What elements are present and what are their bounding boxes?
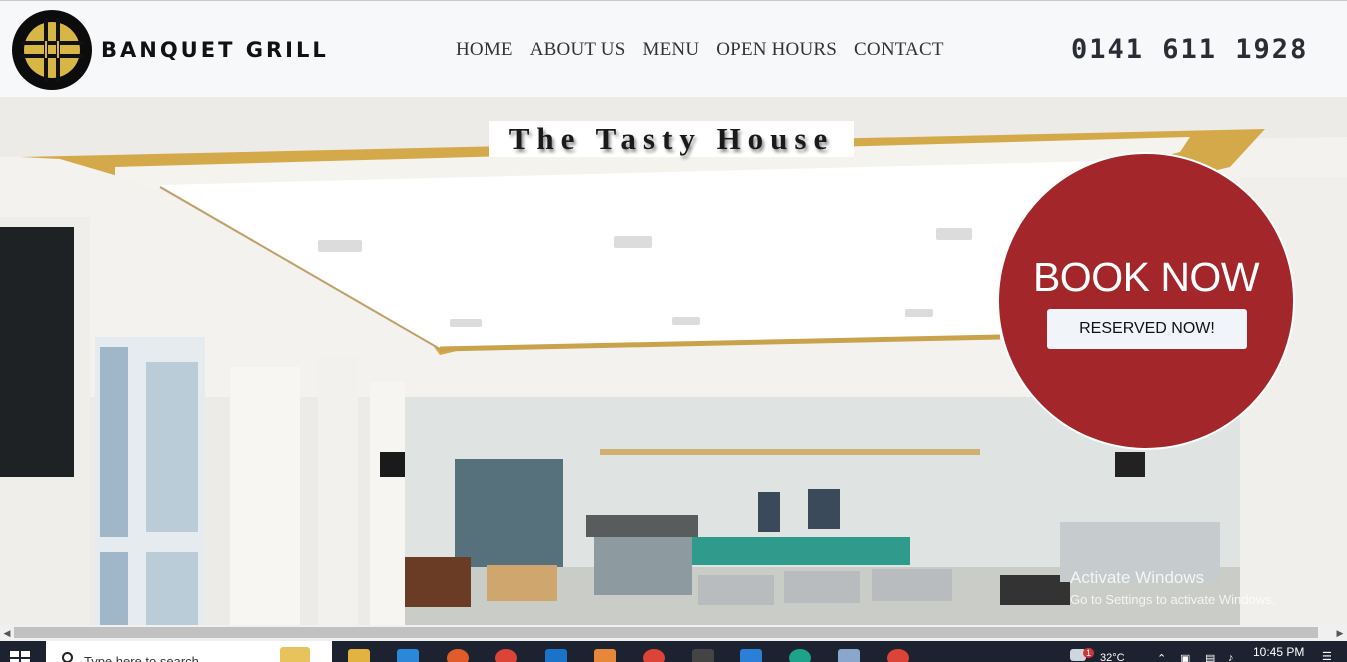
battery-icon[interactable]: ▤ [1205, 652, 1215, 662]
app-icon[interactable] [594, 649, 616, 662]
windows-start-icon[interactable] [10, 651, 30, 662]
clock-time[interactable]: 10:45 PM [1253, 645, 1304, 659]
notification-badge: 1 [1083, 648, 1095, 658]
nav-about-us[interactable]: ABOUT US [530, 39, 626, 61]
horizontal-scrollbar[interactable]: ◀ ▶ [0, 625, 1347, 641]
book-now-circle: BOOK NOW RESERVED NOW! [997, 152, 1295, 450]
phone-number: 0141 611 1928 [1071, 34, 1309, 65]
notepad-icon[interactable] [838, 649, 860, 662]
scroll-right-icon[interactable]: ▶ [1333, 625, 1347, 641]
weather-temp[interactable]: 32°C [1100, 652, 1125, 662]
edge-icon[interactable] [789, 649, 811, 662]
watermark-subtitle: Go to Settings to activate Windows. [1070, 592, 1276, 607]
store-icon[interactable] [397, 649, 419, 662]
mail-icon[interactable] [545, 649, 567, 662]
nav-contact[interactable]: CONTACT [854, 39, 944, 61]
reserve-button[interactable]: RESERVED NOW! [1047, 309, 1247, 349]
chrome-profile-icon[interactable] [643, 649, 665, 662]
network-icon[interactable]: ▣ [1180, 652, 1190, 662]
book-now-heading: BOOK NOW [1032, 254, 1260, 300]
terminal-icon[interactable] [692, 649, 714, 662]
file-explorer-icon[interactable] [348, 649, 370, 662]
tray-chevron-icon[interactable]: ⌃ [1157, 652, 1166, 662]
nav-open-hours[interactable]: OPEN HOURS [716, 39, 837, 61]
nav-home[interactable]: HOME [456, 39, 513, 61]
site-header: BANQUET GRILL HOME ABOUT US MENU OPEN HO… [0, 0, 1347, 97]
hero-banner: The Tasty House BOOK NOW RESERVED NOW! A… [0, 97, 1347, 625]
action-center-icon[interactable]: ☰ [1322, 650, 1332, 662]
scrollbar-thumb[interactable] [14, 627, 1318, 638]
brand-name: BANQUET GRILL [101, 38, 329, 62]
search-placeholder: Type here to search [84, 654, 199, 662]
search-icon [62, 652, 73, 662]
main-nav: HOME ABOUT US MENU OPEN HOURS CONTACT [456, 39, 944, 61]
windows-taskbar: Type here to search 1 32°C ⌃ ▣ ▤ ♪ 10:45… [0, 641, 1347, 662]
page: BANQUET GRILL HOME ABOUT US MENU OPEN HO… [0, 0, 1347, 662]
weather-widget-icon[interactable] [280, 647, 310, 662]
firefox-icon[interactable] [447, 649, 469, 662]
windows-activation-watermark: Activate Windows Go to Settings to activ… [1070, 568, 1275, 607]
volume-icon[interactable]: ♪ [1228, 652, 1234, 662]
chrome-icon[interactable] [495, 649, 517, 662]
nav-menu[interactable]: MENU [643, 39, 700, 61]
watermark-title: Activate Windows [1070, 568, 1205, 587]
hero-title: The Tasty House [489, 121, 854, 157]
chrome-alt-icon[interactable] [887, 649, 909, 662]
fork-knife-logo-icon [20, 18, 84, 82]
logo[interactable] [12, 10, 92, 90]
vscode-icon[interactable] [740, 649, 762, 662]
scroll-left-icon[interactable]: ◀ [0, 625, 14, 641]
